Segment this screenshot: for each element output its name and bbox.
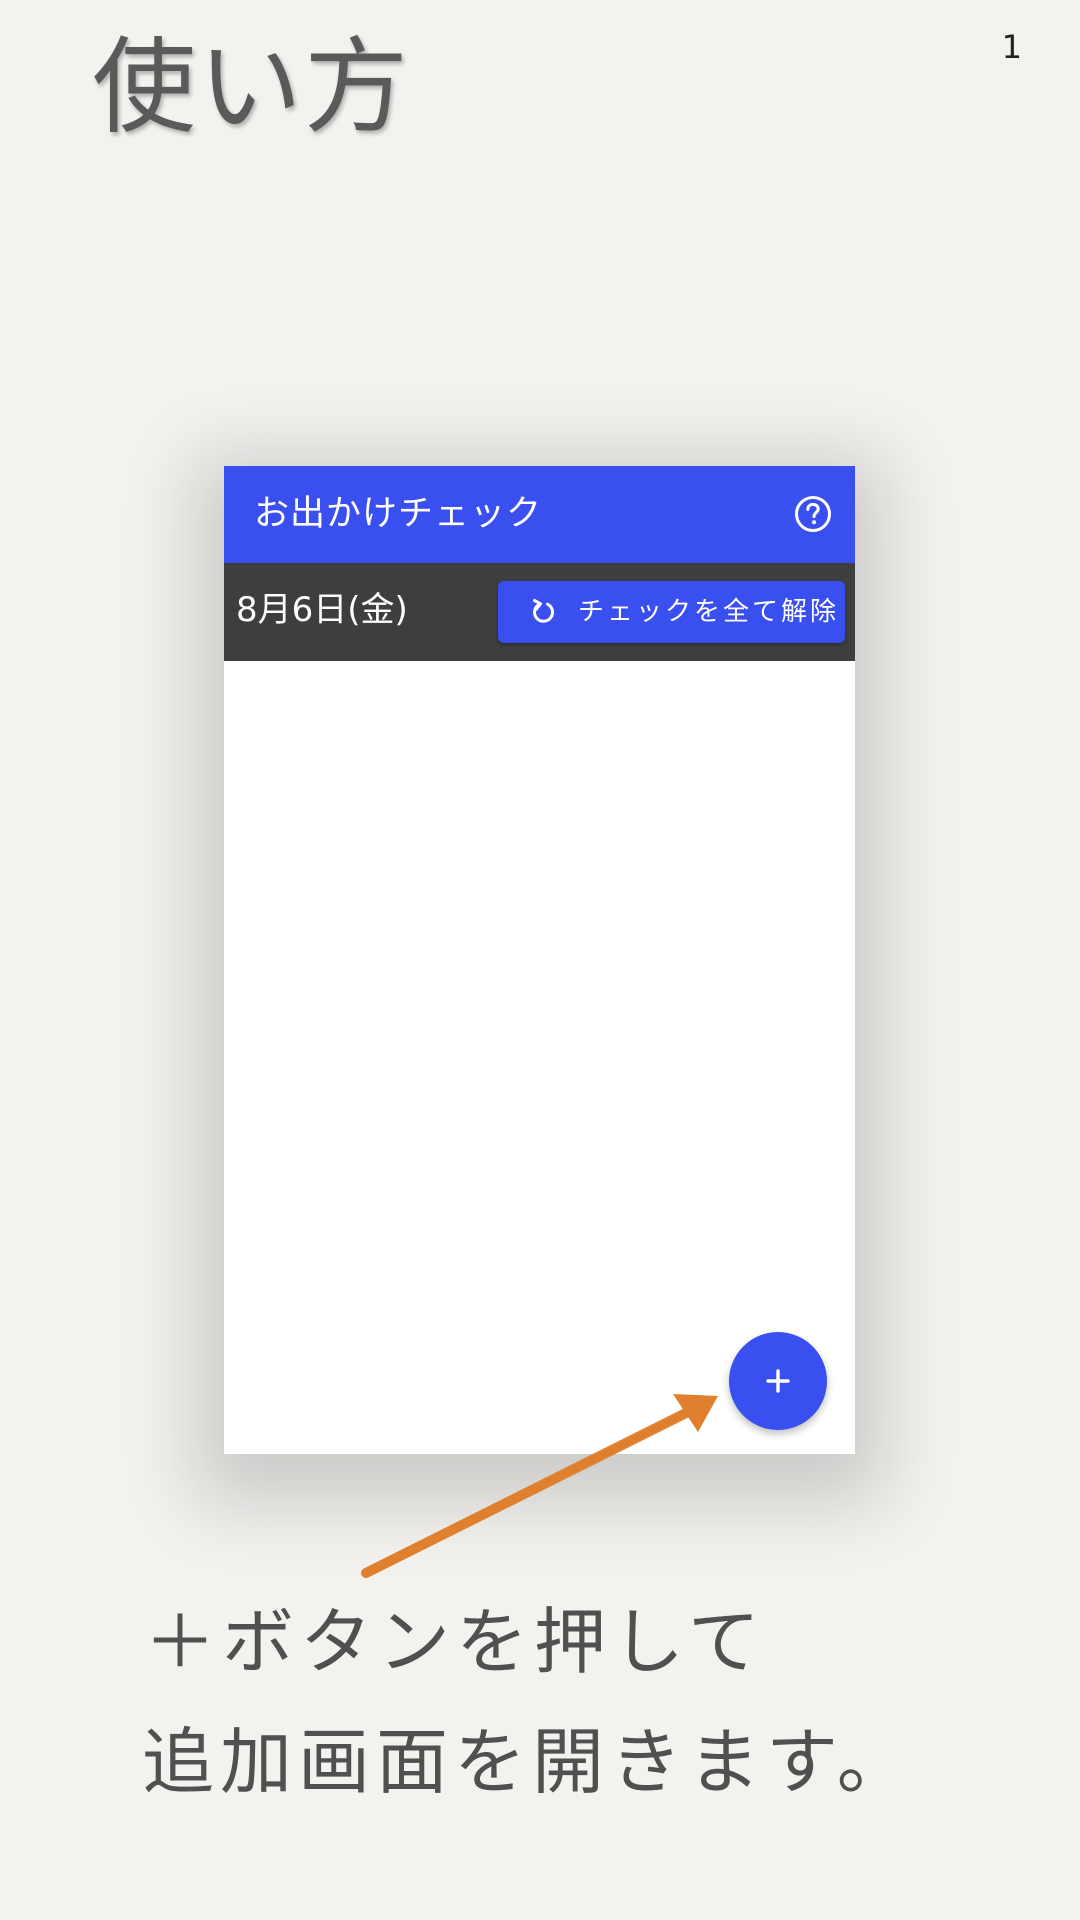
- date-label: 8月6日(金): [236, 590, 408, 630]
- page-title: 使い方: [92, 26, 411, 148]
- app-screenshot-mockup: お出かけチェック 8月6日(金) チェックを全て解除: [224, 466, 855, 1454]
- caption-line-2: 追加画面を開きます。: [142, 1720, 915, 1804]
- page-number: 1: [1001, 28, 1022, 66]
- app-bar: お出かけチェック: [224, 466, 855, 563]
- instruction-caption: ＋ボタンを押して 追加画面を開きます。: [142, 1582, 915, 1822]
- uncheck-all-label: チェックを全て解除: [578, 597, 840, 627]
- help-circle-icon[interactable]: [793, 494, 833, 534]
- plus-icon: [766, 1369, 790, 1393]
- date-bar: 8月6日(金) チェックを全て解除: [224, 563, 855, 661]
- app-title: お出かけチェック: [254, 494, 543, 534]
- uncheck-all-button[interactable]: チェックを全て解除: [498, 581, 845, 643]
- refresh-icon: [533, 599, 555, 623]
- caption-line-1: ＋ボタンを押して: [144, 1600, 766, 1684]
- add-item-button[interactable]: [729, 1332, 827, 1430]
